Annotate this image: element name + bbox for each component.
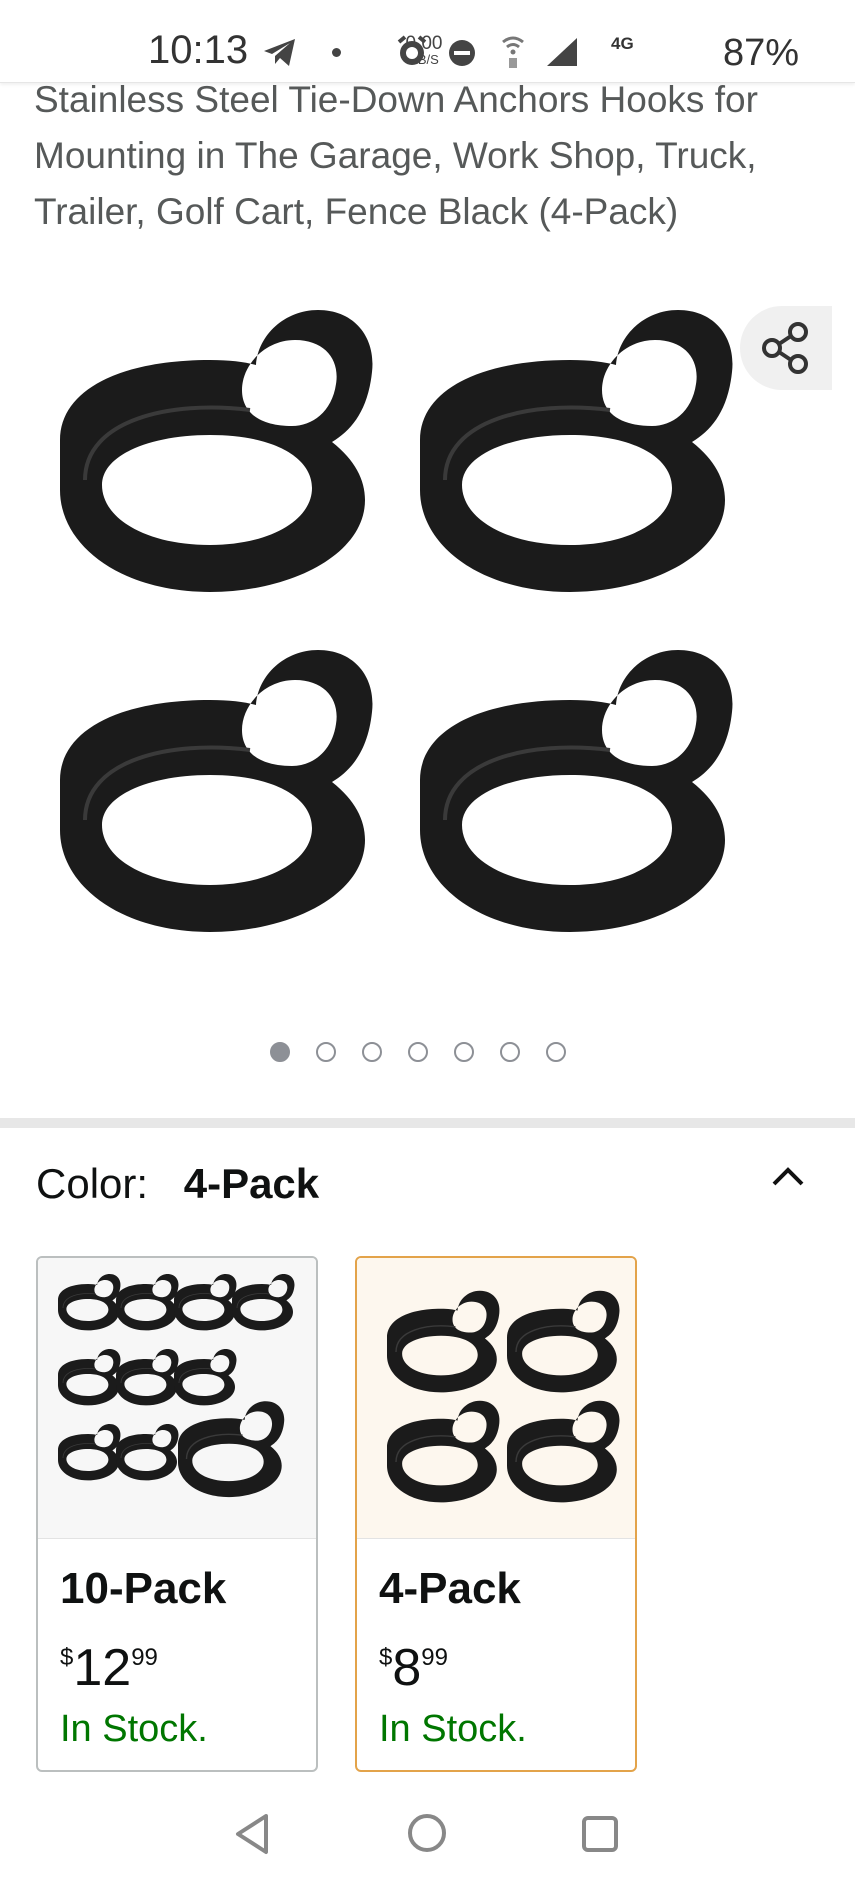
option-price: $1299 (60, 1639, 158, 1697)
square-recents-icon[interactable] (580, 1814, 620, 1854)
carousel-dot[interactable] (362, 1042, 382, 1062)
chevron-up-icon[interactable] (770, 1160, 806, 1196)
status-right-icons: 4G 87% (395, 26, 855, 76)
system-nav-bar (0, 1790, 855, 1900)
status-time: 10:13 (148, 28, 249, 72)
do-not-disturb-icon (449, 40, 475, 66)
carousel-dot[interactable] (546, 1042, 566, 1062)
option-name: 10-Pack (60, 1564, 227, 1613)
carousel-dot[interactable] (500, 1042, 520, 1062)
option-thumbnail (357, 1258, 635, 1539)
share-icon (762, 322, 808, 374)
product-title: Stainless Steel Tie-Down Anchors Hooks f… (34, 79, 758, 232)
carousel-dot[interactable] (454, 1042, 474, 1062)
option-name: 4-Pack (379, 1564, 521, 1613)
option-availability: In Stock. (379, 1708, 527, 1750)
variation-option-10-pack[interactable]: 10-Pack $1299 In Stock. (36, 1256, 318, 1772)
signal-icon (547, 38, 577, 66)
option-price: $899 (379, 1639, 448, 1697)
product-image[interactable] (0, 290, 855, 1010)
carousel-dot[interactable] (408, 1042, 428, 1062)
option-availability: In Stock. (60, 1708, 208, 1750)
wifi-calling-icon (502, 36, 524, 68)
variation-selected-value: 4-Pack (183, 1160, 320, 1207)
option-image (386, 1290, 621, 1504)
carousel-dot[interactable] (316, 1042, 336, 1062)
network-type: 4G (611, 34, 634, 53)
share-button[interactable] (740, 306, 832, 390)
variation-option-4-pack[interactable]: 4-Pack $899 In Stock. (355, 1256, 637, 1772)
triangle-back-icon[interactable] (232, 1812, 272, 1856)
status-bar: 10:13 0.00 KB/S 4G 87% (0, 0, 855, 83)
section-divider (0, 1118, 855, 1128)
variation-header: Color: 4-Pack (36, 1160, 319, 1208)
notification-dot-icon (332, 47, 341, 57)
battery-percent: 87% (722, 32, 799, 74)
option-image (57, 1273, 295, 1498)
product-photo (58, 308, 735, 934)
image-carousel-dots[interactable] (270, 1042, 566, 1062)
carousel-dot[interactable] (270, 1042, 290, 1062)
status-left-icons (262, 30, 341, 74)
option-thumbnail (38, 1258, 316, 1539)
circle-home-icon[interactable] (406, 1812, 448, 1854)
telegram-icon (264, 39, 295, 66)
variation-label: Color: (36, 1160, 149, 1207)
alarm-icon (397, 35, 427, 65)
